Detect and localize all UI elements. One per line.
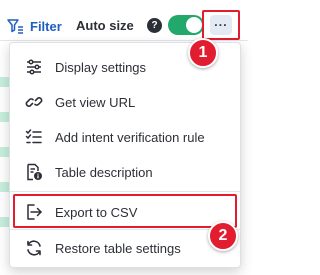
menu-item-get-view-url[interactable]: Get view URL — [10, 85, 240, 119]
filter-icon — [7, 19, 23, 34]
menu-separator — [10, 229, 240, 230]
menu-separator — [10, 191, 240, 192]
link-icon — [25, 97, 43, 107]
menu-item-label: Export to CSV — [55, 204, 138, 220]
help-icon[interactable]: ? — [147, 18, 162, 33]
export-icon — [27, 204, 42, 220]
autosize-toggle[interactable] — [168, 15, 204, 35]
more-options-menu: Display settings Get view URL Add intent… — [9, 42, 241, 268]
menu-item-label: Restore table settings — [55, 240, 181, 256]
toggle-knob — [186, 17, 202, 33]
checklist-icon — [25, 129, 42, 144]
menu-item-restore-table-settings[interactable]: Restore table settings — [10, 231, 240, 265]
more-options-button[interactable]: ··· — [202, 10, 240, 40]
toolbar: Filter Auto size ? ··· — [0, 0, 248, 40]
filter-button[interactable]: Filter — [6, 16, 62, 36]
more-horizontal-icon: ··· — [210, 15, 232, 35]
menu-item-export-to-csv[interactable]: Export to CSV — [10, 195, 240, 229]
sliders-icon — [27, 59, 41, 75]
menu-item-table-description[interactable]: Table description — [10, 155, 240, 189]
callout-badge-1: 1 — [188, 38, 218, 68]
menu-item-label: Display settings — [55, 59, 147, 75]
document-info-icon — [27, 163, 42, 181]
menu-item-label: Get view URL — [55, 94, 136, 110]
refresh-icon — [27, 240, 41, 256]
callout-badge-2: 2 — [208, 221, 238, 251]
autosize-label: Auto size — [76, 18, 134, 33]
menu-item-label: Table description — [55, 164, 153, 180]
menu-item-label: Add intent verification rule — [55, 129, 205, 145]
filter-label: Filter — [30, 18, 62, 34]
menu-item-add-intent-verification-rule[interactable]: Add intent verification rule — [10, 120, 240, 154]
